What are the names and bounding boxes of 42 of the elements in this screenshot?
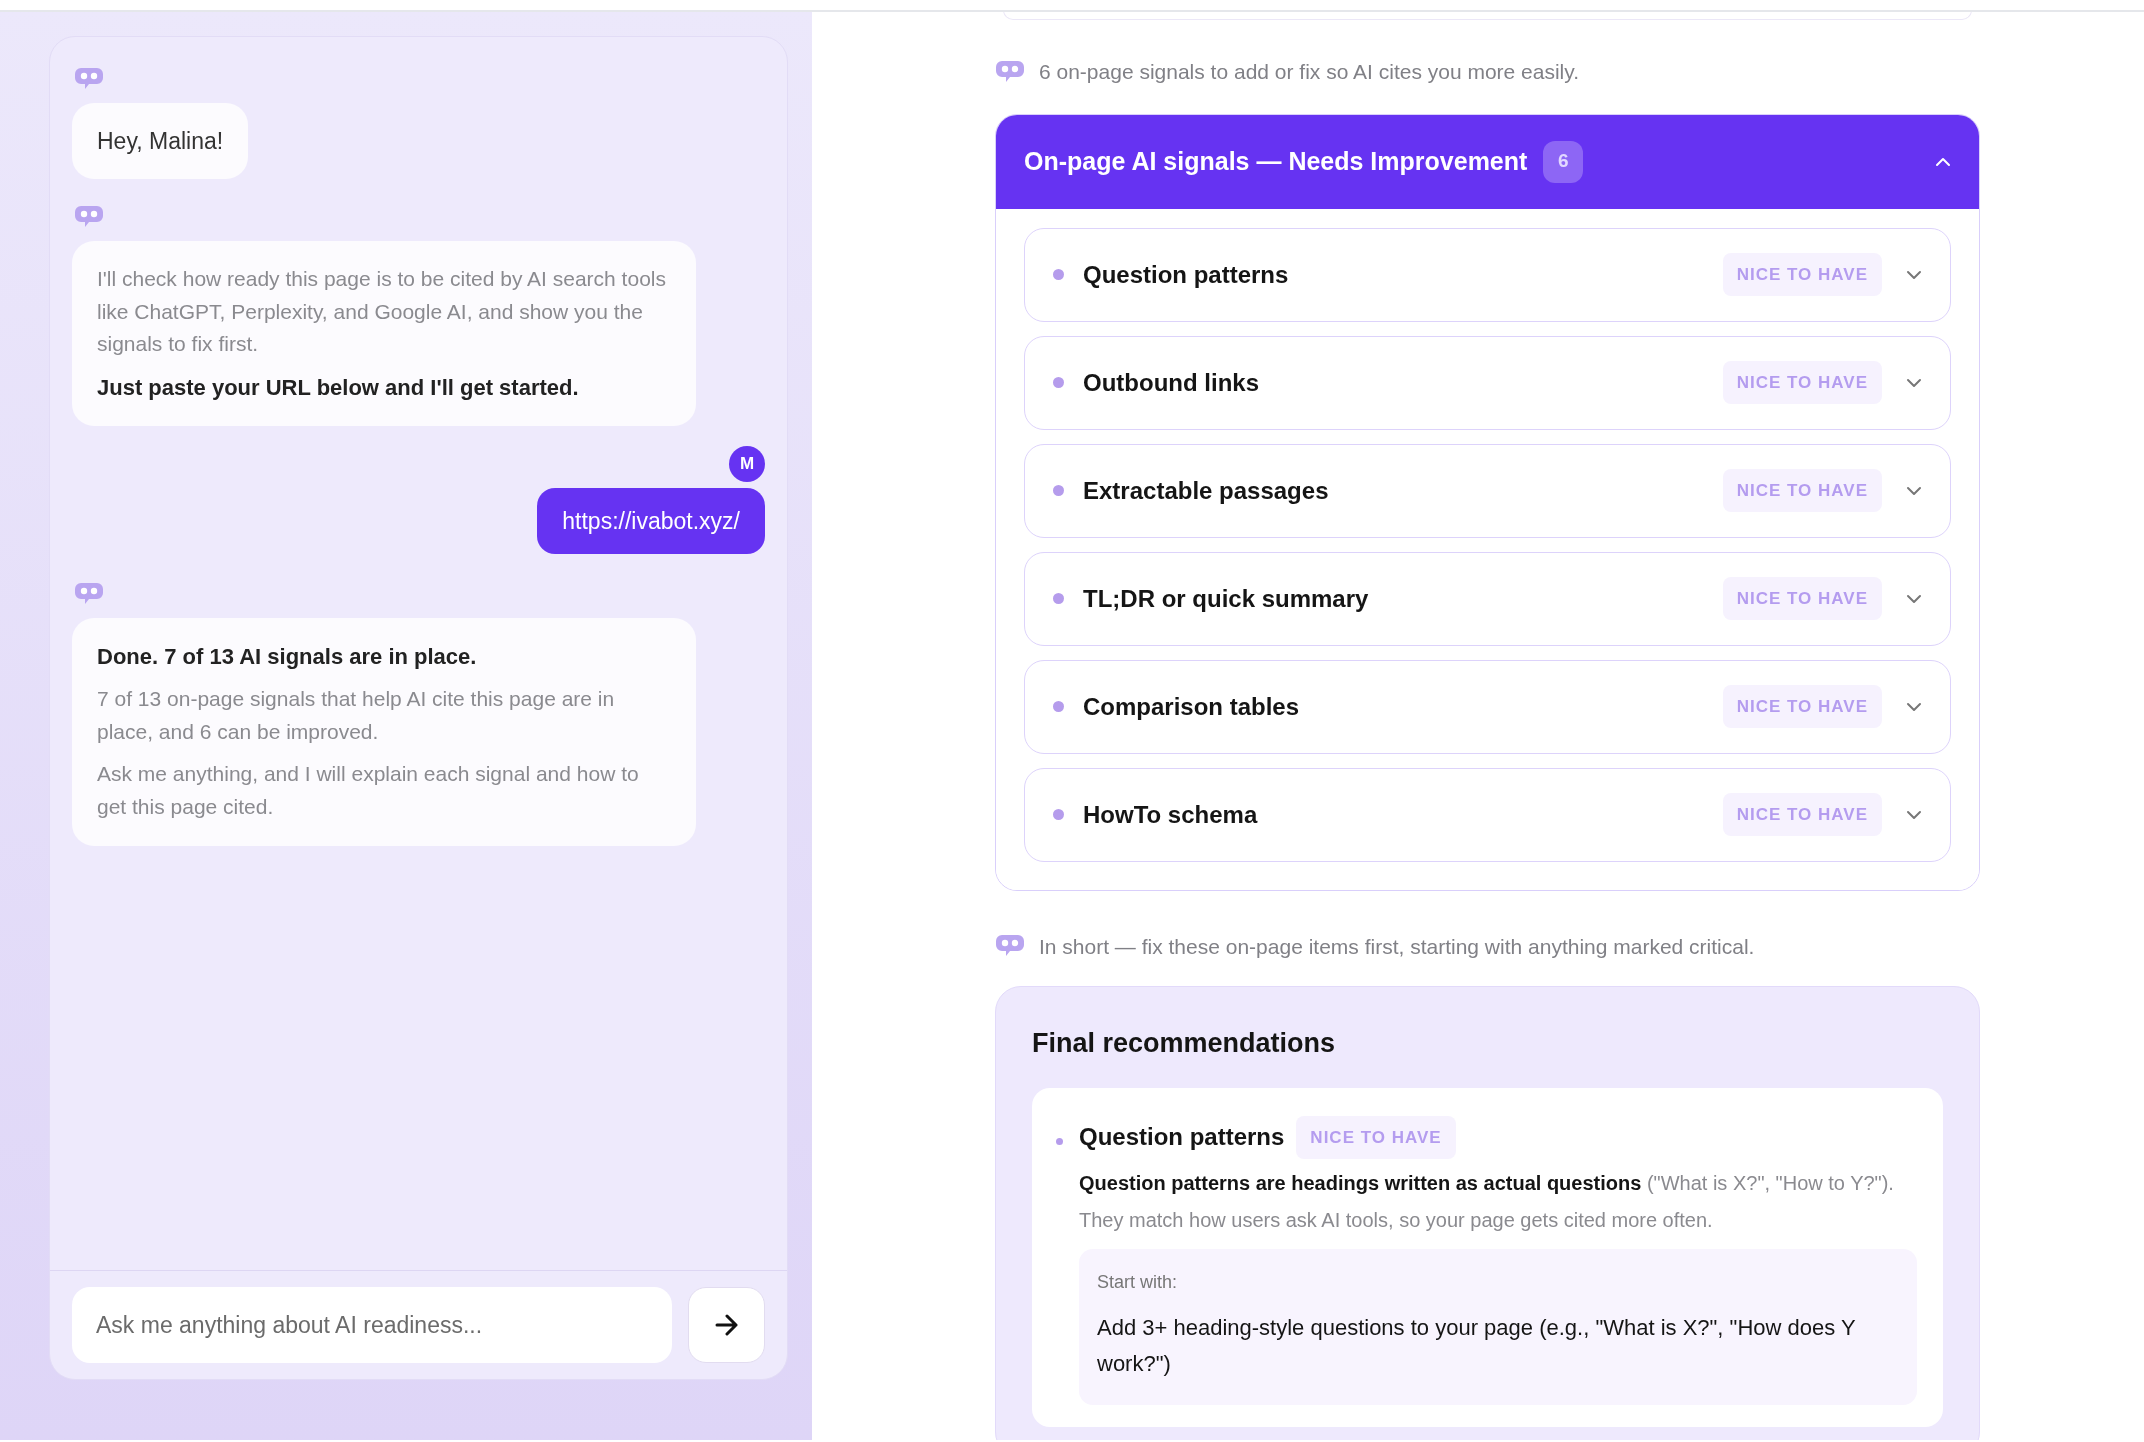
chevron-down-icon	[1906, 485, 1922, 496]
tip-label: Start with:	[1097, 1271, 1179, 1294]
message-text: Ask me anything, and I will explain each signal and how to get this page cited.	[97, 761, 640, 820]
priority-tag: NICE TO HAVE	[1296, 1115, 1456, 1159]
panel-header[interactable]: On-page AI signals — Needs Improvement 6	[996, 114, 1979, 209]
priority-tag: NICE TO HAVE	[1722, 576, 1882, 620]
priority-tag: NICE TO HAVE	[1722, 468, 1882, 512]
summary-text: In short — fix these on-page items first, starting with anything marked critical.	[1039, 933, 1755, 960]
user-avatar: M	[729, 445, 765, 482]
message-text: Done. 7 of 13 AI signals are in place.	[97, 643, 478, 672]
recommendation-text: Question patterns are headings written as actual questions ("What is X?", "How to Y?"). They match how users ask AI tools, so your page gets cited more often.	[1079, 1171, 1895, 1233]
signal-row[interactable]: Comparison tables NICE TO HAVE	[1024, 659, 1951, 754]
chevron-up-icon	[1935, 156, 1951, 167]
chevron-down-icon	[1906, 701, 1922, 712]
priority-tag: NICE TO HAVE	[1722, 252, 1882, 296]
tip-text: Add 3+ heading-style questions to your page (e.g., "What is X?", "How does Y work?")	[1097, 1314, 1857, 1379]
section-title: Final recommendations	[1032, 1027, 1337, 1060]
arrow-right-icon	[714, 1314, 739, 1336]
message-input[interactable]: Ask me anything about AI readiness...	[72, 1287, 672, 1363]
chevron-down-icon	[1906, 377, 1922, 388]
chevron-down-icon	[1906, 593, 1922, 604]
count-badge: 6	[1543, 140, 1584, 183]
signal-row[interactable]: TL;DR or quick summary NICE TO HAVE	[1024, 551, 1951, 646]
robot-icon	[995, 59, 1025, 84]
send-button[interactable]	[688, 1287, 765, 1363]
user-message: https://ivabot.xyz/	[537, 487, 765, 555]
signal-row[interactable]: Question patterns NICE TO HAVE	[1024, 227, 1951, 322]
status-text: 6 on-page signals to add or fix so AI cites you more easily.	[1039, 59, 1580, 85]
chevron-down-icon	[1906, 269, 1922, 280]
signal-row[interactable]: Extractable passages NICE TO HAVE	[1024, 443, 1951, 538]
signal-row[interactable]: Outbound links NICE TO HAVE	[1024, 335, 1951, 430]
recommendation-title: Question patterns	[1079, 1122, 1285, 1153]
message-text: 7 of 13 on-page signals that help AI cite this page are in place, and 6 can be improved.	[97, 686, 616, 745]
priority-tag: NICE TO HAVE	[1722, 792, 1882, 836]
message-text: I'll check how ready this page is to be cited by AI search tools like ChatGPT, Perplexity, and Google AI, and show you the signals to fix first.	[97, 266, 667, 358]
message-text: Hey, Malina!	[97, 127, 224, 156]
chevron-down-icon	[1906, 809, 1922, 820]
signal-row[interactable]: HowTo schema NICE TO HAVE	[1024, 767, 1951, 862]
priority-tag: NICE TO HAVE	[1722, 684, 1882, 728]
message-text: Just paste your URL below and I'll get started.	[97, 373, 580, 402]
robot-icon	[74, 67, 104, 91]
priority-tag: NICE TO HAVE	[1722, 360, 1882, 404]
